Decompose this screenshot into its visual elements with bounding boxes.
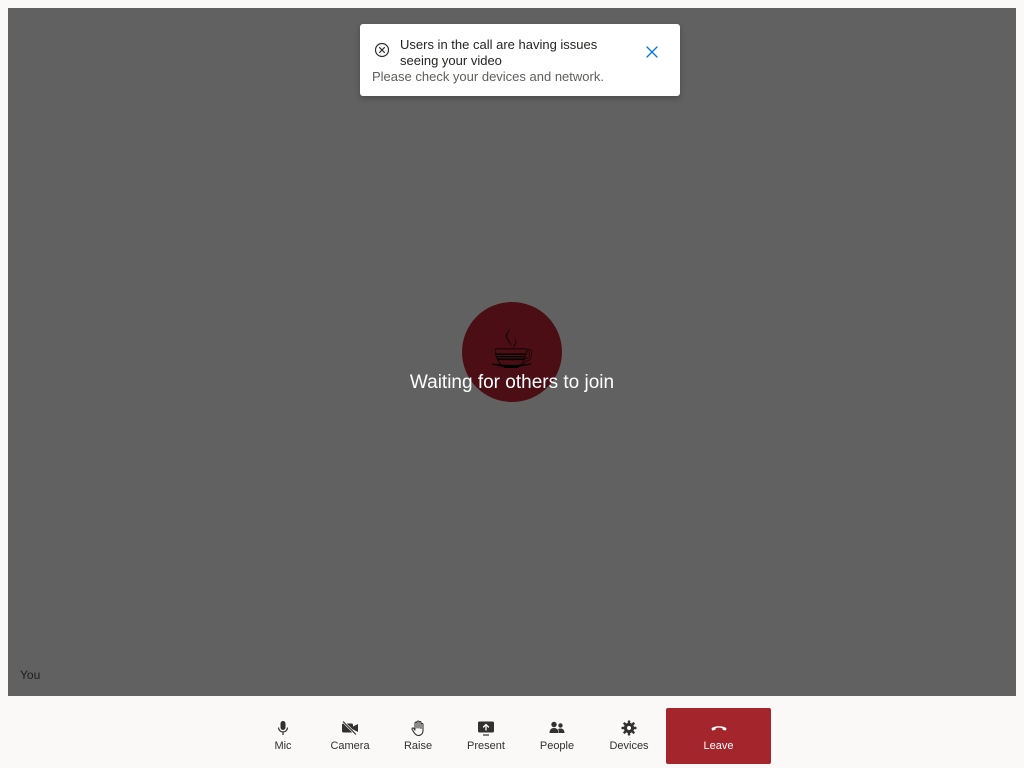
leave-button[interactable]: Leave [666,708,771,764]
mic-button[interactable]: Mic [262,708,304,764]
microphone-icon [277,721,289,735]
people-icon [549,721,565,733]
camera-label: Camera [330,740,370,752]
gear-icon [621,720,637,736]
mic-label: Mic [274,740,292,752]
hang-up-icon [711,726,726,731]
share-screen-icon [478,721,494,736]
close-icon[interactable] [644,44,660,60]
people-button[interactable]: People [534,708,580,764]
camera-button[interactable]: Camera [324,708,376,764]
notification-title: Users in the call are having issues seei… [400,37,598,68]
hand-icon [411,720,424,737]
raise-label: Raise [403,740,433,752]
devices-button[interactable]: Devices [604,708,654,764]
video-issue-notification: Users in the call are having issues seei… [360,24,680,96]
notification-body: Please check your devices and network. [372,69,604,84]
self-video-label: You [20,668,41,682]
error-circle-icon [374,42,390,58]
video-stage: Users in the call are having issues seei… [8,8,1016,696]
present-button[interactable]: Present [462,708,510,764]
raise-hand-button[interactable]: Raise [396,708,440,764]
devices-label: Devices [609,740,649,752]
leave-label: Leave [703,740,734,752]
camera-off-icon [342,720,358,736]
people-label: People [539,740,575,752]
present-label: Present [467,740,505,752]
waiting-message: Waiting for others to join [409,372,615,393]
call-controls-bar: Mic Camera Raise Present People Devices … [0,708,1024,764]
